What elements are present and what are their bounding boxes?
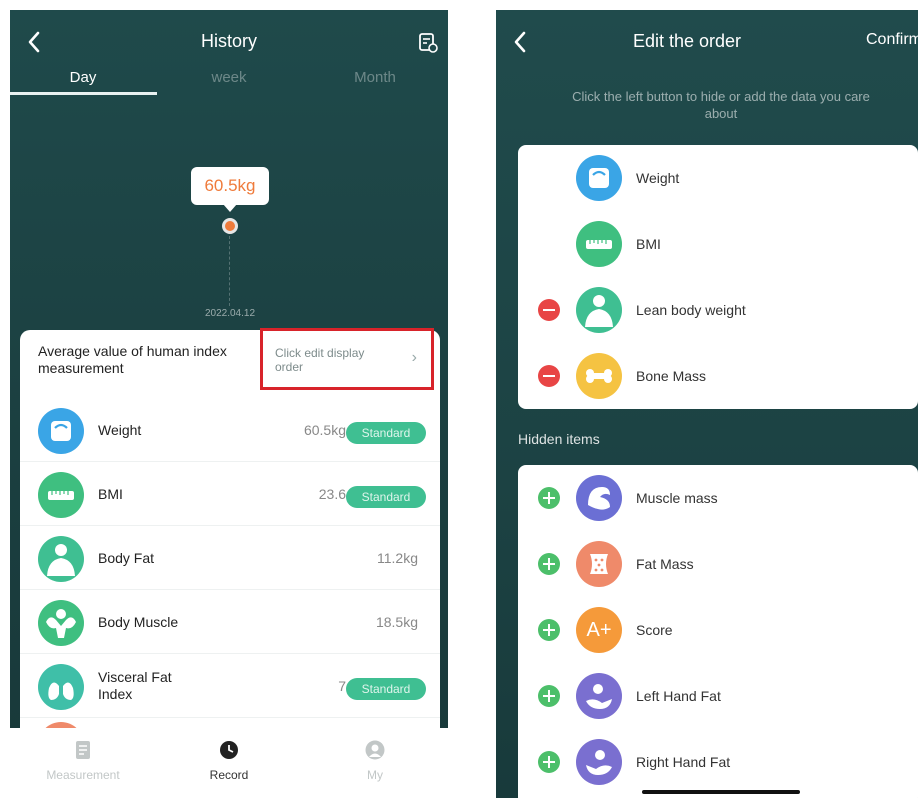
- hidden-items-heading: Hidden items: [518, 431, 600, 447]
- muscle-icon: [38, 600, 84, 646]
- home-indicator: [642, 790, 800, 794]
- item-label: Right Hand Fat: [636, 753, 731, 770]
- tab-week[interactable]: week: [156, 68, 302, 98]
- row-label: BMI: [98, 485, 123, 502]
- row-value: 18.5kg: [375, 614, 418, 630]
- nav-label: Measurement: [46, 768, 120, 782]
- item-label: Fat Mass: [636, 555, 694, 572]
- scale-icon: [38, 408, 84, 454]
- user-icon: [365, 740, 385, 760]
- bottom-navigation: Measurement Record My: [10, 728, 448, 798]
- page-title: History: [200, 31, 257, 51]
- page-title: Edit the order: [632, 31, 742, 51]
- score-icon: A+: [576, 607, 622, 653]
- remove-icon[interactable]: [538, 365, 560, 387]
- index-row-weight[interactable]: Weight 60.5kg Standard: [20, 398, 440, 462]
- add-icon[interactable]: [538, 685, 560, 707]
- hand-icon: [576, 673, 622, 719]
- index-row-bmi[interactable]: BMI 23.6 Standard: [20, 462, 440, 526]
- row-label: Weight: [98, 421, 142, 438]
- index-card: Average value of human index measurement…: [20, 328, 440, 768]
- document-icon: [73, 740, 93, 760]
- history-header: History: [10, 10, 448, 74]
- body-fat-icon: [38, 536, 84, 582]
- visible-item-weight[interactable]: Weight: [518, 145, 918, 211]
- hidden-item-score[interactable]: A+ Score: [518, 597, 918, 663]
- visible-items-card: Weight BMI Lean body weight Bone Mass: [518, 145, 918, 409]
- ruler-icon: [38, 472, 84, 518]
- history-screen: History Day week Month 60.5kg 2022.04.12…: [10, 10, 448, 798]
- item-label: Muscle mass: [636, 489, 718, 506]
- hidden-item-muscle-mass[interactable]: Muscle mass: [518, 465, 918, 531]
- item-label: Left Hand Fat: [636, 687, 721, 704]
- add-icon[interactable]: [538, 553, 560, 575]
- nav-record[interactable]: Record: [156, 728, 302, 798]
- visible-item-bone-mass[interactable]: Bone Mass: [518, 343, 918, 409]
- chart-value-bubble: 60.5kg: [191, 167, 269, 212]
- fat-icon: [576, 541, 622, 587]
- confirm-button[interactable]: Confirm: [866, 31, 918, 49]
- row-value: 7: [338, 678, 346, 694]
- row-label: Visceral Fat Index: [98, 669, 172, 702]
- lungs-icon: [38, 664, 84, 710]
- index-row-visceral-fat[interactable]: Visceral Fat Index 7 Standard: [20, 654, 440, 718]
- scale-icon: [576, 155, 622, 201]
- chart-date-label: 2022.04.12: [204, 308, 256, 319]
- edit-hint: Click the left button to hide or add the…: [572, 89, 870, 121]
- hidden-item-fat-mass[interactable]: Fat Mass: [518, 531, 918, 597]
- edit-header: Edit the order Confirm: [496, 10, 918, 74]
- row-label: Body Fat: [98, 549, 155, 566]
- nav-label: Record: [209, 768, 249, 782]
- row-label: Body Muscle: [98, 613, 179, 630]
- chart-guide-line: [229, 236, 230, 306]
- row-value: 11.2kg: [377, 550, 418, 566]
- remove-icon[interactable]: [538, 299, 560, 321]
- bone-icon: [576, 353, 622, 399]
- chevron-right-icon: ›: [411, 349, 417, 366]
- clock-icon: [219, 740, 239, 760]
- status-badge: Standard: [346, 678, 426, 700]
- visible-item-bmi[interactable]: BMI: [518, 211, 918, 277]
- visible-item-lean-body-weight[interactable]: Lean body weight: [518, 277, 918, 343]
- edit-order-screen: Edit the order Confirm Click the left bu…: [496, 10, 918, 798]
- item-label: Score: [636, 621, 673, 638]
- body-icon: [576, 287, 622, 333]
- add-icon[interactable]: [538, 487, 560, 509]
- active-tab-indicator: [10, 92, 157, 95]
- nav-label: My: [367, 768, 383, 782]
- add-icon[interactable]: [538, 751, 560, 773]
- hidden-items-card: Muscle mass Fat Mass A+ Score Left Hand …: [518, 465, 918, 798]
- item-label: BMI: [636, 235, 661, 252]
- edit-hint-label: Click edit display order: [275, 346, 365, 374]
- nav-my[interactable]: My: [302, 728, 448, 798]
- index-row-body-fat[interactable]: Body Fat 11.2kg: [20, 526, 440, 590]
- item-label: Lean body weight: [636, 301, 746, 318]
- edit-display-order-button[interactable]: Click edit display order ›: [260, 328, 434, 390]
- calendar-settings-icon[interactable]: [418, 32, 438, 54]
- item-label: Weight: [636, 169, 680, 186]
- arm-icon: [576, 475, 622, 521]
- ruler-icon: [576, 221, 622, 267]
- index-row-body-muscle[interactable]: Body Muscle 18.5kg: [20, 590, 440, 654]
- item-label: Bone Mass: [636, 367, 707, 384]
- hidden-item-right-hand-fat[interactable]: Right Hand Fat: [518, 729, 918, 795]
- card-title: Average value of human index measurement: [38, 343, 227, 376]
- nav-measurement[interactable]: Measurement: [10, 728, 156, 798]
- status-badge: Standard: [346, 486, 426, 508]
- tab-month[interactable]: Month: [302, 68, 448, 98]
- hand-icon: [576, 739, 622, 785]
- add-icon[interactable]: [538, 619, 560, 641]
- row-value: 23.6: [318, 486, 346, 502]
- status-badge: Standard: [346, 422, 426, 444]
- chart-data-point[interactable]: [222, 218, 238, 234]
- row-value: 60.5kg: [303, 422, 346, 438]
- hidden-item-left-hand-fat[interactable]: Left Hand Fat: [518, 663, 918, 729]
